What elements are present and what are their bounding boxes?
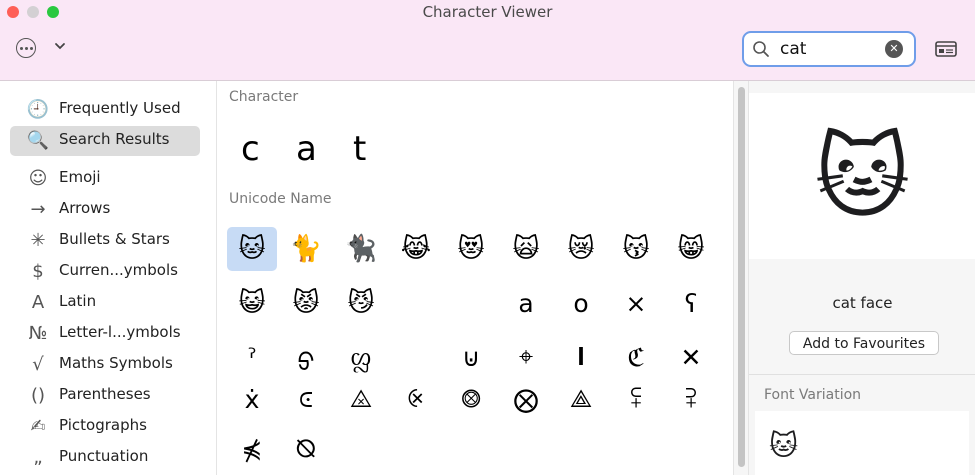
more-options-icon[interactable] xyxy=(16,38,36,58)
result-character-cell[interactable]: ᦜ xyxy=(336,335,386,379)
result-character-cell[interactable]: 🙀 xyxy=(501,227,551,271)
divider xyxy=(749,374,975,375)
character-section-heading: Character xyxy=(229,89,299,105)
result-character-cell[interactable]: ⨴ xyxy=(391,377,441,421)
sidebar-item-label: Bullets & Stars xyxy=(59,230,170,248)
sidebar-item-emoji[interactable]: ☺ Emoji xyxy=(10,164,200,194)
result-character-cell[interactable]: ʕ xyxy=(666,281,716,325)
sidebar-item-parentheses[interactable]: () Parentheses xyxy=(10,381,200,411)
toolbar: Character Viewer ✕ xyxy=(0,0,975,81)
result-character-cell[interactable]: 😻 xyxy=(446,227,496,271)
font-variation-heading: Font Variation xyxy=(764,387,862,403)
result-character-cell[interactable]: ⨂ xyxy=(501,377,551,421)
clock-icon: 🕘 xyxy=(26,99,50,120)
sidebar-item-maths-symbols[interactable]: √ Maths Symbols xyxy=(10,350,200,380)
result-character-cell[interactable]: 𝐈 xyxy=(556,335,606,379)
font-variation-list: 🐱 xyxy=(755,411,969,475)
result-character-cell[interactable]: ✕ xyxy=(666,335,716,379)
pen-icon: ✍ xyxy=(30,416,46,437)
numero-icon: № xyxy=(28,323,48,344)
arrow-icon: → xyxy=(30,199,46,220)
sidebar-item-pictographs[interactable]: ✍ Pictographs xyxy=(10,412,200,442)
sidebar-item-label: Arrows xyxy=(59,199,111,217)
result-character-cell[interactable]: 😺 xyxy=(227,281,277,325)
sidebar-item-curren-ymbols[interactable]: $ Curren...ymbols xyxy=(10,257,200,287)
search-icon xyxy=(753,41,769,57)
result-character-cell[interactable]: ⨷ xyxy=(446,377,496,421)
sidebar-item-label: Parentheses xyxy=(59,385,151,403)
result-character-cell[interactable]: a xyxy=(501,281,551,325)
sidebar-item-letter-l-ymbols[interactable]: № Letter-l...ymbols xyxy=(10,319,200,349)
character-t[interactable]: t xyxy=(353,129,366,169)
result-character-cell[interactable]: 😾 xyxy=(281,281,331,325)
sidebar-item-search-results[interactable]: 🔍 Search Results xyxy=(10,126,200,156)
result-character-cell[interactable]: × xyxy=(611,281,661,325)
result-character-cell[interactable]: 🐱 xyxy=(227,227,277,271)
result-character-cell[interactable]: ⫀ xyxy=(666,377,716,421)
result-character-cell[interactable]: 😿 xyxy=(556,227,606,271)
result-character-cell[interactable]: ⋠ xyxy=(227,427,277,471)
search-input[interactable] xyxy=(780,36,880,62)
result-character-cell[interactable]: 😸 xyxy=(666,227,716,271)
sidebar-item-label: Pictographs xyxy=(59,416,147,434)
sidebar-item-latin[interactable]: A Latin xyxy=(10,288,200,318)
search-icon: 🔍 xyxy=(26,130,50,151)
sidebar-item-label: Search Results xyxy=(59,130,170,148)
result-character-cell[interactable]: ẋ xyxy=(227,377,277,421)
cat-face-preview-icon: 🐱 xyxy=(814,124,911,231)
latin-icon: A xyxy=(31,292,45,313)
scrollbar[interactable] xyxy=(733,81,748,475)
asterisk-icon: ✳ xyxy=(30,230,46,251)
quote-icon: „ xyxy=(33,447,43,468)
result-character-cell[interactable]: o xyxy=(556,281,606,325)
sidebar-item-punctuation[interactable]: „ Punctuation xyxy=(10,443,200,473)
sidebar-item-label: Punctuation xyxy=(59,447,149,465)
sidebar-item-label: Latin xyxy=(59,292,97,310)
parentheses-icon: () xyxy=(30,385,46,406)
result-character-cell[interactable]: ⪿ xyxy=(611,377,661,421)
character-preview: 🐱 xyxy=(749,93,975,259)
result-character-cell[interactable]: 😹 xyxy=(391,227,441,271)
smiley-icon: ☺ xyxy=(28,168,48,189)
clear-search-icon[interactable]: ✕ xyxy=(885,40,903,58)
font-variation-item[interactable]: 🐱 xyxy=(769,429,798,462)
result-character-cell[interactable]: ᢒ xyxy=(281,335,331,379)
sidebar-item-bullets-stars[interactable]: ✳ Bullets & Stars xyxy=(10,226,200,256)
unicode-name-heading: Unicode Name xyxy=(229,191,332,207)
sidebar-item-label: Maths Symbols xyxy=(59,354,173,372)
sidebar-item-label: Frequently Used xyxy=(59,99,181,117)
sidebar-item-label: Emoji xyxy=(59,168,101,186)
character-c[interactable]: c xyxy=(241,129,260,169)
result-character-cell[interactable]: ˀ xyxy=(227,335,277,379)
result-character-cell[interactable]: 🐈 xyxy=(281,227,331,271)
result-character-cell[interactable]: ⟁ xyxy=(556,377,606,421)
show-inspector-icon[interactable] xyxy=(935,41,957,57)
result-character-cell[interactable]: ℭ xyxy=(611,335,661,379)
sqrt-icon: √ xyxy=(32,354,44,375)
result-character-cell[interactable]: ⨻ xyxy=(336,377,386,421)
result-character-cell[interactable]: ⪽ xyxy=(281,377,331,421)
sidebar-item-label: Letter-l...ymbols xyxy=(59,323,181,341)
scrollbar-thumb[interactable] xyxy=(738,87,745,467)
add-to-favourites-button[interactable]: Add to Favourites xyxy=(789,331,939,355)
sidebar-item-label: Curren...ymbols xyxy=(59,261,178,279)
character-name: cat face xyxy=(832,294,893,312)
result-character-cell[interactable]: ⌖ xyxy=(501,335,551,379)
result-character-cell[interactable]: 😽 xyxy=(611,227,661,271)
inspector-panel: 🐱 cat face Add to Favourites Font Variat… xyxy=(748,81,975,475)
character-a[interactable]: a xyxy=(296,129,317,169)
sidebar-item-arrows[interactable]: → Arrows xyxy=(10,195,200,225)
result-character-cell[interactable]: 🐈‍⬛ xyxy=(336,227,386,271)
sidebar-item-frequently-used[interactable]: 🕘 Frequently Used xyxy=(10,95,200,125)
result-character-cell[interactable]: ⦰ xyxy=(281,427,331,471)
window-title: Character Viewer xyxy=(422,3,553,21)
category-sidebar: 🕘 Frequently Used 🔍 Search Results ☺ Emoji → Ar… xyxy=(0,81,217,475)
search-field[interactable]: ✕ xyxy=(742,31,916,67)
character-grid-pane: Character c a t Unicode Name 🐱 🐈 🐈‍⬛ 😹 😻 🙀 😿 😽 😸… xyxy=(217,81,732,475)
result-character-cell[interactable]: ⊍ xyxy=(446,335,496,379)
dollar-icon: $ xyxy=(32,261,44,282)
result-character-cell[interactable]: 😼 xyxy=(336,281,386,325)
chevron-down-icon[interactable] xyxy=(52,38,68,54)
